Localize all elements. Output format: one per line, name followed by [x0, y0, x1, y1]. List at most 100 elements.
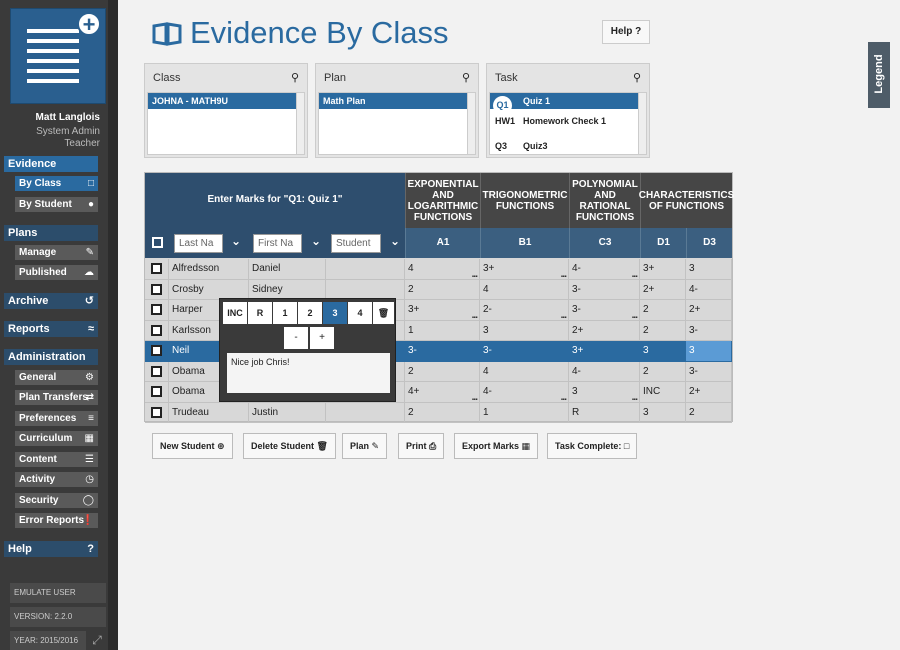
mark-cell-a1[interactable]: 3- [405, 341, 480, 362]
mark-cell-a1[interactable]: 2 [405, 279, 480, 300]
chevron-down-icon[interactable]: ⌄ [390, 234, 400, 248]
class-list[interactable]: JOHNA - MATH9U [147, 92, 305, 155]
first-name-filter[interactable]: First Na [253, 234, 302, 253]
sidebar-section-evidence[interactable]: Evidence [4, 156, 98, 172]
sidebar-item-activity[interactable]: Activity ◷ [15, 472, 98, 487]
app-logo[interactable]: + [10, 8, 106, 104]
mark-button-3[interactable]: 3 [323, 302, 347, 324]
mark-button-4[interactable]: 4 [348, 302, 372, 324]
mark-cell-d3[interactable]: 4- [686, 279, 732, 300]
sidebar-section-reports[interactable]: Reports ≈ [4, 321, 98, 337]
last-name-filter[interactable]: Last Na [174, 234, 223, 253]
search-icon[interactable]: ⚲ [462, 71, 470, 84]
mark-cell-b1[interactable]: 1 [480, 402, 569, 423]
mark-button-1[interactable]: 1 [273, 302, 297, 324]
plan-list[interactable]: Math Plan [318, 92, 476, 155]
scrollbar[interactable] [638, 93, 646, 154]
mark-cell-d3[interactable]: 3- [686, 320, 732, 341]
mark-cell-c3[interactable]: 4- [569, 361, 640, 382]
mark-cell-a1[interactable]: 4+... [405, 382, 480, 403]
column-header-d3[interactable]: D3 [686, 228, 732, 258]
sidebar-item-plan-transfers[interactable]: Plan Transfers ⇄ [15, 390, 98, 405]
table-row[interactable]: Alfredsson Daniel 4... 3+... 4-... 3+ 3 [145, 259, 732, 280]
mark-cell-b1[interactable]: 3+... [480, 259, 569, 280]
help-button[interactable]: Help ? [602, 20, 650, 44]
sidebar-item-security[interactable]: Security ◯ [15, 493, 98, 508]
search-icon[interactable]: ⚲ [291, 71, 299, 84]
row-checkbox[interactable] [151, 324, 162, 336]
mark-cell-b1[interactable]: 4-... [480, 382, 569, 403]
mark-cell-c3[interactable]: 4-... [569, 259, 640, 280]
export-marks-button[interactable]: Export Marks ▦ [454, 433, 539, 459]
select-all-checkbox[interactable] [152, 237, 163, 248]
legend-tab[interactable]: Legend [868, 42, 890, 108]
mark-cell-d3[interactable]: 2+ [686, 300, 732, 321]
mark-cell-d3[interactable]: 3- [686, 361, 732, 382]
sidebar-item-general[interactable]: General ⚙ [15, 370, 98, 385]
mark-cell-c3[interactable]: 3... [569, 382, 640, 403]
plus-button[interactable]: + [310, 327, 334, 349]
mark-button-inc[interactable]: INC [223, 302, 247, 324]
mark-cell-d3[interactable]: 2+ [686, 382, 732, 403]
row-checkbox[interactable] [151, 283, 162, 295]
column-header-b1[interactable]: B1 [480, 228, 569, 258]
task-list-item[interactable]: Q3 Quiz3 [490, 134, 646, 151]
sidebar-section-help[interactable]: Help? [4, 541, 98, 557]
column-header-c3[interactable]: C3 [569, 228, 640, 258]
plan-button[interactable]: Plan ✎ [342, 433, 388, 459]
scrollbar[interactable] [467, 93, 475, 154]
mark-cell-a1[interactable]: 4... [405, 259, 480, 280]
task-complete-button[interactable]: Task Complete: □ [547, 433, 638, 459]
row-checkbox[interactable] [151, 263, 162, 274]
mark-cell-d1[interactable]: 2 [640, 361, 686, 382]
row-checkbox[interactable] [151, 406, 162, 418]
sidebar-item-preferences[interactable]: Preferences ≡ [15, 411, 98, 426]
sidebar-section-plans[interactable]: Plans [4, 225, 98, 241]
mark-button-2[interactable]: 2 [298, 302, 322, 324]
sidebar-item-published[interactable]: Published ☁ [15, 265, 98, 280]
chevron-down-icon[interactable]: ⌄ [231, 234, 241, 248]
comment-field[interactable]: Nice job Chris! [227, 353, 390, 393]
expand-icon[interactable]: ⤢ [88, 631, 106, 650]
mark-cell-d1[interactable]: 3+ [640, 259, 686, 280]
mark-cell-c3[interactable]: 2+ [569, 320, 640, 341]
emulate-user-button[interactable]: EMULATE USER [10, 583, 106, 603]
mark-cell-d3[interactable]: 2 [686, 402, 732, 423]
sidebar-section-administration[interactable]: Administration [4, 349, 98, 365]
mark-cell-b1[interactable]: 4 [480, 279, 569, 300]
column-header-d1[interactable]: D1 [640, 228, 686, 258]
mark-cell-d3[interactable]: 3 [686, 341, 732, 362]
mark-cell-a1[interactable]: 2 [405, 361, 480, 382]
mark-cell-a1[interactable]: 3+... [405, 300, 480, 321]
task-list-item[interactable]: HW1 Homework Check 1 [490, 109, 646, 134]
table-row[interactable]: Crosby Sidney 2 4 3- 2+ 4- [145, 279, 732, 300]
scrollbar[interactable] [296, 93, 304, 154]
mark-cell-a1[interactable]: 2 [405, 402, 480, 423]
row-checkbox[interactable] [151, 386, 162, 397]
class-list-item[interactable]: JOHNA - MATH9U [148, 93, 304, 109]
mark-cell-d1[interactable]: 2+ [640, 279, 686, 300]
minus-button[interactable]: - [284, 327, 308, 349]
sidebar-item-manage[interactable]: Manage ✎ [15, 245, 98, 260]
print-button[interactable]: Print ⎙ [398, 433, 445, 459]
mark-cell-d1[interactable]: INC [640, 382, 686, 403]
mark-cell-b1[interactable]: 4 [480, 361, 569, 382]
student-filter[interactable]: Student [331, 234, 381, 253]
sidebar-item-error-reports[interactable]: Error Reports ❗ [15, 513, 98, 528]
delete-student-button[interactable]: Delete Student 🗑 [243, 433, 336, 459]
chevron-down-icon[interactable]: ⌄ [311, 234, 321, 248]
new-student-button[interactable]: New Student ⊕ [152, 433, 233, 459]
mark-cell-c3[interactable]: R [569, 402, 640, 423]
sidebar-item-content[interactable]: Content ☰ [15, 452, 98, 467]
search-icon[interactable]: ⚲ [633, 71, 641, 84]
task-list-item[interactable]: Q1 Quiz 1 [490, 93, 646, 115]
task-list[interactable]: Q1 Quiz 1 HW1 Homework Check 1 Q3 Quiz3 [489, 92, 647, 155]
mark-cell-d1[interactable]: 3 [640, 341, 686, 362]
mark-cell-d1[interactable]: 3 [640, 402, 686, 423]
trash-icon[interactable]: 🗑 [373, 302, 394, 324]
mark-cell-b1[interactable]: 3 [480, 320, 569, 341]
mark-cell-b1[interactable]: 2-... [480, 300, 569, 321]
table-row[interactable]: Trudeau Justin 2 1 R 3 2 [145, 402, 732, 423]
mark-cell-a1[interactable]: 1 [405, 320, 480, 341]
sidebar-item-by-class[interactable]: By Class □ [15, 176, 98, 191]
